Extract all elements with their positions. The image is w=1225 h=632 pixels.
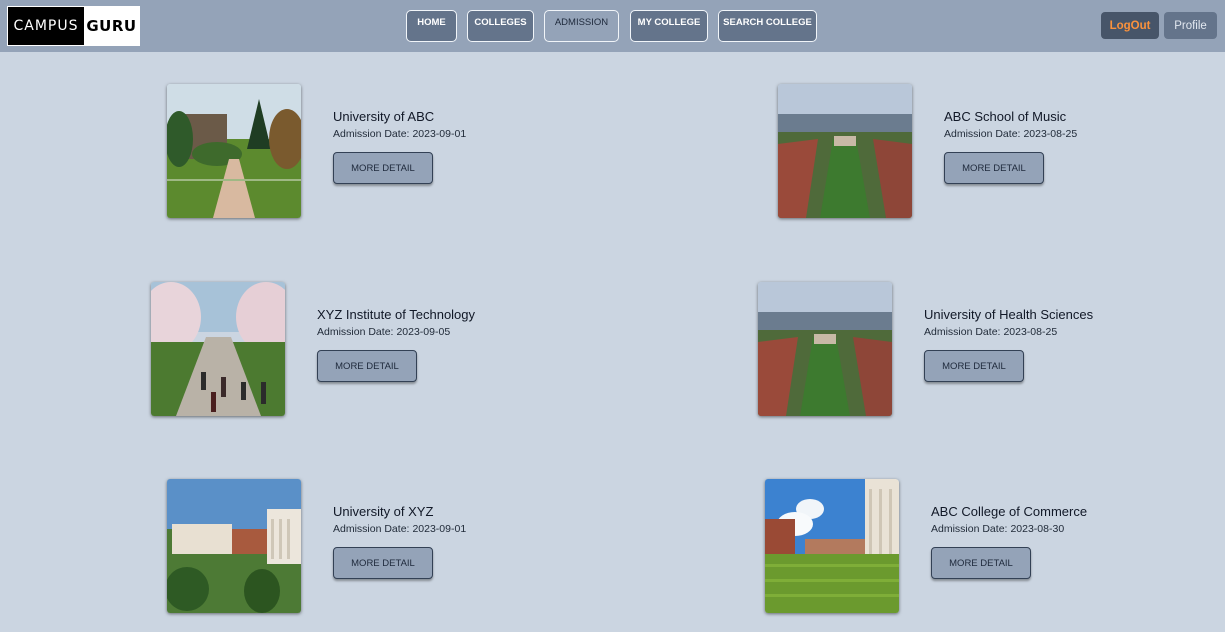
logout-button[interactable]: LogOut: [1101, 12, 1159, 39]
college-card: XYZ Institute of Technology Admission Da…: [151, 282, 511, 418]
college-card: University of XYZ Admission Date: 2023-09…: [167, 479, 527, 615]
admission-date: Admission Date: 2023-08-30: [931, 523, 1064, 535]
admission-date-label: Admission Date:: [924, 326, 1001, 338]
college-name: XYZ Institute of Technology: [317, 307, 476, 322]
campus-guru-logo[interactable]: CAMPUS GURU: [7, 6, 140, 46]
nav-colleges-button[interactable]: COLLEGES: [467, 10, 534, 42]
college-card: ABC School of Music Admission Date: 2023-…: [778, 84, 1138, 220]
admission-date-value: 2023-09-01: [412, 523, 467, 535]
nav-admission-button[interactable]: ADMISSION: [544, 10, 619, 42]
admission-date-label: Admission Date:: [333, 128, 410, 140]
college-image[interactable]: [167, 84, 301, 218]
admission-date: Admission Date: 2023-08-25: [944, 128, 1077, 140]
more-detail-button[interactable]: MORE DETAIL: [317, 350, 417, 382]
college-image[interactable]: [778, 84, 912, 218]
logo-text-guru: GURU: [84, 7, 139, 45]
logo-text-campus: CAMPUS: [8, 7, 84, 45]
more-detail-button[interactable]: MORE DETAIL: [924, 350, 1024, 382]
admission-date: Admission Date: 2023-09-05: [317, 326, 450, 338]
college-name: University of Health Sciences: [924, 307, 1094, 322]
admission-date: Admission Date: 2023-09-01: [333, 523, 466, 535]
admission-date: Admission Date: 2023-08-25: [924, 326, 1057, 338]
college-image[interactable]: [758, 282, 892, 416]
admission-date-label: Admission Date:: [931, 523, 1008, 535]
more-detail-button[interactable]: MORE DETAIL: [333, 152, 433, 184]
college-card: University of Health Sciences Admission …: [758, 282, 1118, 418]
admission-date-label: Admission Date:: [333, 523, 410, 535]
nav-my-college-button[interactable]: MY COLLEGE: [630, 10, 708, 42]
college-name: University of XYZ: [333, 504, 434, 519]
college-name: University of ABC: [333, 109, 435, 124]
college-card: ABC College of Commerce Admission Date: 2…: [765, 479, 1125, 615]
admission-date-value: 2023-08-25: [1003, 326, 1058, 338]
college-card: University of ABC Admission Date: 2023-09…: [167, 84, 527, 220]
college-image[interactable]: [167, 479, 301, 613]
more-detail-button[interactable]: MORE DETAIL: [333, 547, 433, 579]
admission-date-value: 2023-09-05: [396, 326, 451, 338]
admission-date-label: Admission Date:: [944, 128, 1021, 140]
profile-button[interactable]: Profile: [1164, 12, 1217, 39]
navbar: CAMPUS GURU HOME COLLEGES ADMISSION MY C…: [0, 0, 1225, 52]
admission-date: Admission Date: 2023-09-01: [333, 128, 466, 140]
nav-home-button[interactable]: HOME: [406, 10, 457, 42]
more-detail-button[interactable]: MORE DETAIL: [944, 152, 1044, 184]
admission-date-label: Admission Date:: [317, 326, 394, 338]
college-image[interactable]: [151, 282, 285, 416]
more-detail-button[interactable]: MORE DETAIL: [931, 547, 1031, 579]
admission-date-value: 2023-09-01: [412, 128, 467, 140]
college-name: ABC College of Commerce: [931, 504, 1088, 519]
college-image[interactable]: [765, 479, 899, 613]
college-name: ABC School of Music: [944, 109, 1067, 124]
admission-date-value: 2023-08-25: [1023, 128, 1078, 140]
admission-date-value: 2023-08-30: [1010, 523, 1065, 535]
nav-search-college-button[interactable]: SEARCH COLLEGE: [718, 10, 817, 42]
